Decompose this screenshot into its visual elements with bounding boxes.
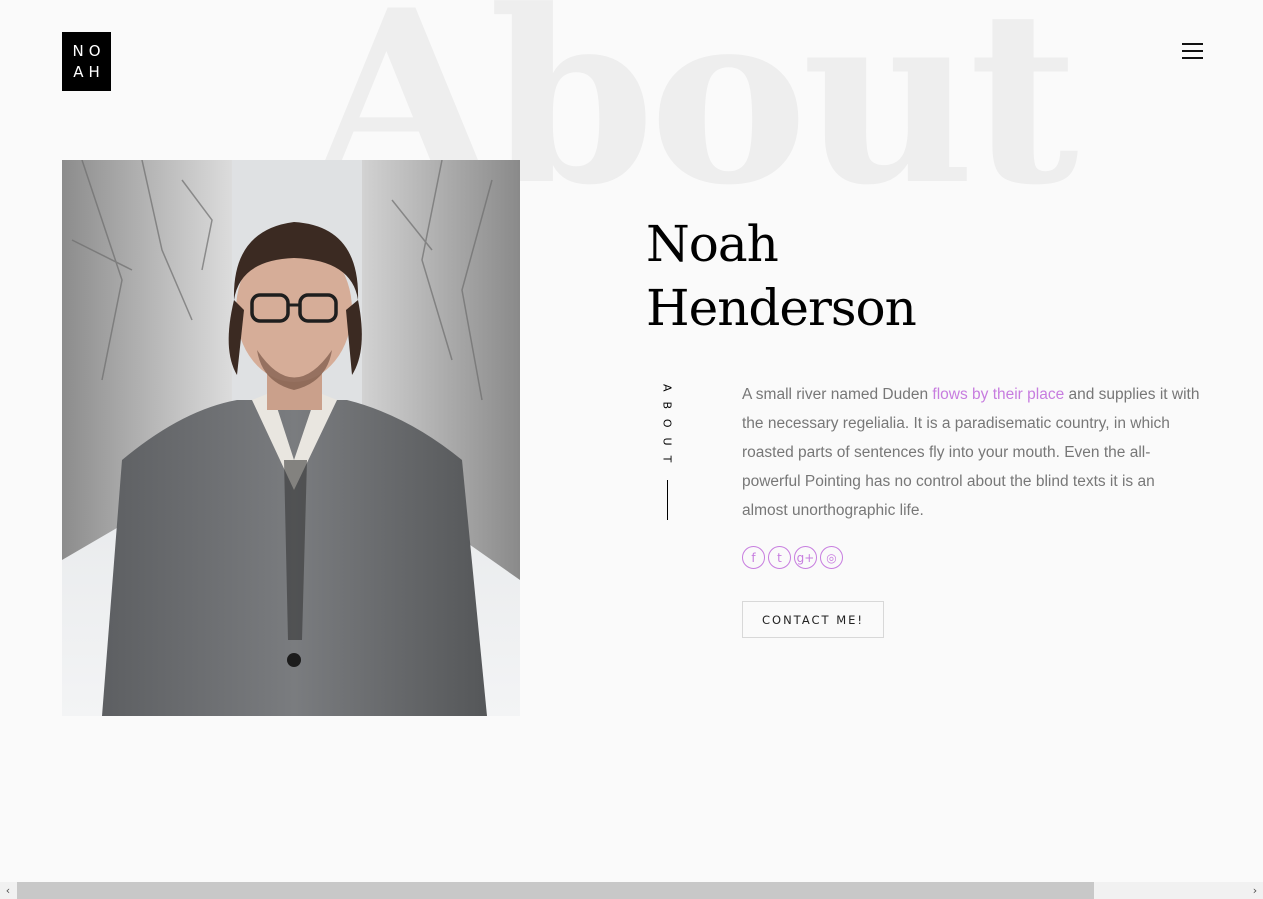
contact-me-button[interactable]: CONTACT ME! <box>742 601 884 638</box>
bio-link[interactable]: flows by their place <box>932 386 1064 403</box>
scrollbar-thumb[interactable] <box>17 882 1094 899</box>
section-label: ABOUT <box>657 384 677 521</box>
bio-text: A small river named Duden flows by their… <box>742 380 1204 525</box>
scroll-right-icon[interactable]: › <box>1247 882 1263 899</box>
logo-line-2: AH <box>73 62 105 81</box>
site-logo[interactable]: NO AH <box>62 32 111 91</box>
profile-photo <box>62 160 520 716</box>
section-label-line <box>666 480 668 521</box>
first-name: Noah <box>646 215 779 273</box>
section-label-text: ABOUT <box>660 384 674 473</box>
bio-text-start: A small river named Duden <box>742 386 933 403</box>
last-name: Henderson <box>646 279 917 337</box>
dribbble-icon[interactable]: ◎ <box>820 546 843 569</box>
facebook-icon[interactable]: f <box>742 546 765 569</box>
horizontal-scrollbar[interactable]: ‹ › <box>0 882 1263 899</box>
google-plus-icon[interactable]: g+ <box>794 546 817 569</box>
profile-name: Noah Henderson <box>646 212 917 340</box>
about-page: About NO AH Noah Henderson ABOUT A small… <box>0 0 1263 899</box>
bio-text-end: and supplies it with the necessary regel… <box>742 386 1200 519</box>
twitter-icon[interactable]: t <box>768 546 791 569</box>
portrait-illustration <box>62 160 520 716</box>
hamburger-menu-icon[interactable] <box>1180 40 1204 62</box>
social-links: f t g+ ◎ <box>742 546 843 569</box>
scroll-left-icon[interactable]: ‹ <box>0 882 16 899</box>
logo-line-1: NO <box>72 41 106 60</box>
